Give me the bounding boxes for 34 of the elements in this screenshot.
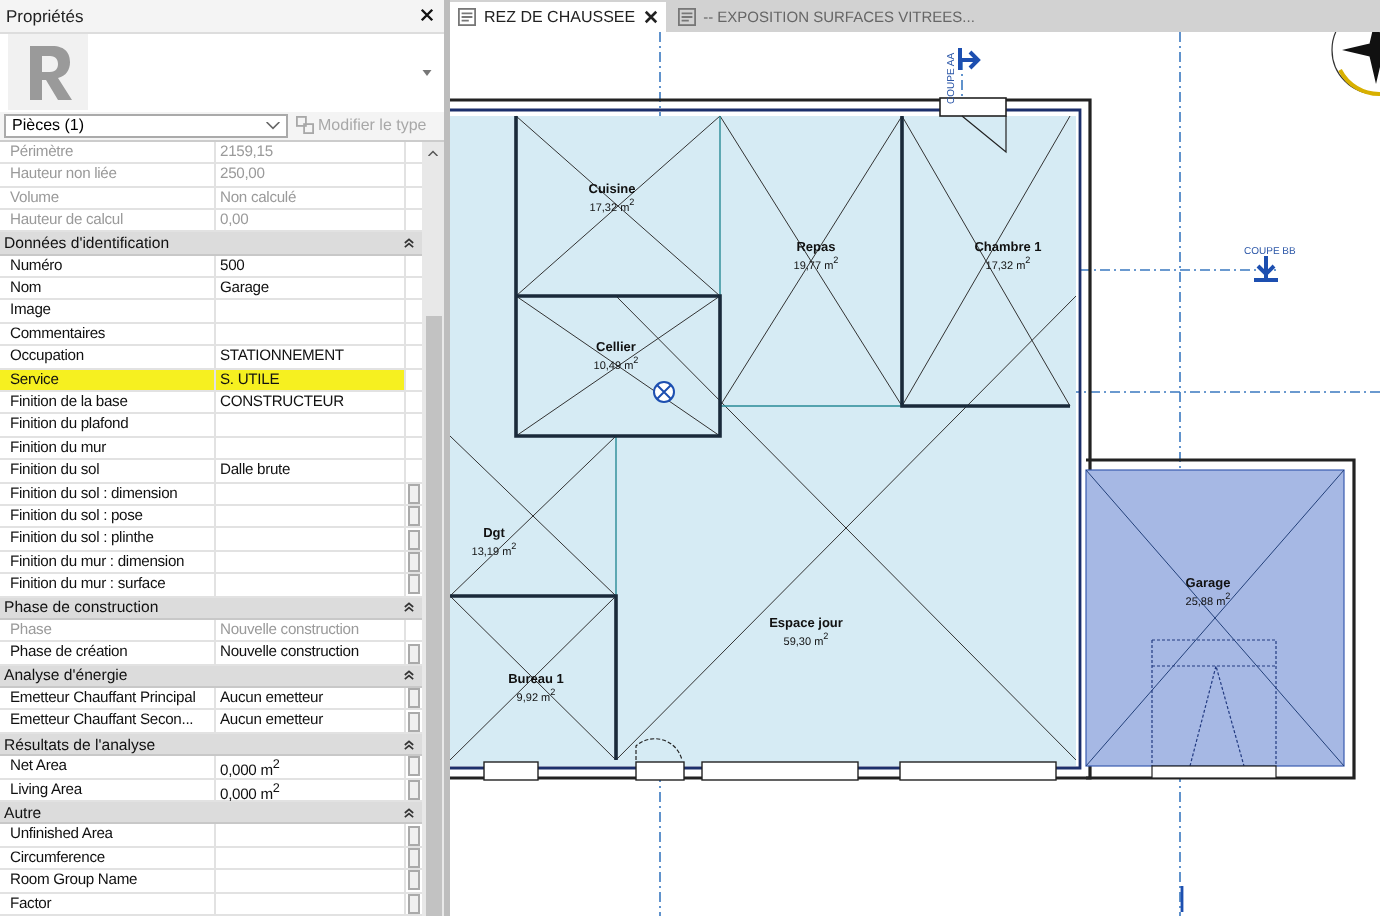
collapse-icon[interactable]: [404, 807, 414, 818]
scroll-up-icon[interactable]: [428, 149, 438, 156]
scrollbar[interactable]: [422, 141, 444, 916]
caret-icon: [266, 121, 280, 130]
associate-parameter-button[interactable]: [408, 483, 420, 504]
associate-parameter-button[interactable]: [408, 688, 420, 709]
associate-parameter-button[interactable]: [408, 551, 420, 572]
associate-parameter-button[interactable]: [408, 870, 420, 891]
associate-parameter-button[interactable]: [408, 848, 420, 869]
panel-title: Propriétés: [6, 5, 84, 26]
associate-parameter-button[interactable]: [408, 825, 420, 846]
scrollbar-thumb[interactable]: [425, 315, 441, 916]
associate-parameter-button[interactable]: [408, 779, 420, 800]
edit-type-icon: [296, 116, 314, 135]
associate-parameter-button[interactable]: [408, 893, 420, 914]
close-icon[interactable]: [420, 8, 434, 23]
section-marker-icon: [1180, 886, 1184, 912]
section-marker-icon: [958, 46, 981, 72]
associate-parameter-button[interactable]: [408, 506, 420, 527]
collapse-icon[interactable]: [404, 670, 414, 681]
type-selector[interactable]: Pièces (1): [4, 113, 288, 138]
associate-parameter-button[interactable]: [408, 529, 420, 550]
close-icon[interactable]: [643, 10, 658, 24]
view-icon: [458, 8, 476, 26]
associate-parameter-button[interactable]: [408, 643, 420, 663]
associate-parameter-button[interactable]: [408, 574, 420, 595]
associate-parameter-button[interactable]: [408, 711, 420, 732]
view-icon: [677, 8, 696, 26]
view-tab[interactable]: REZ DE CHAUSSEE: [450, 2, 666, 32]
section-marker-icon: [1252, 254, 1280, 282]
caret-icon[interactable]: [422, 69, 432, 76]
collapse-icon[interactable]: [404, 739, 414, 750]
collapse-icon[interactable]: [404, 602, 414, 613]
collapse-icon[interactable]: [404, 237, 414, 248]
